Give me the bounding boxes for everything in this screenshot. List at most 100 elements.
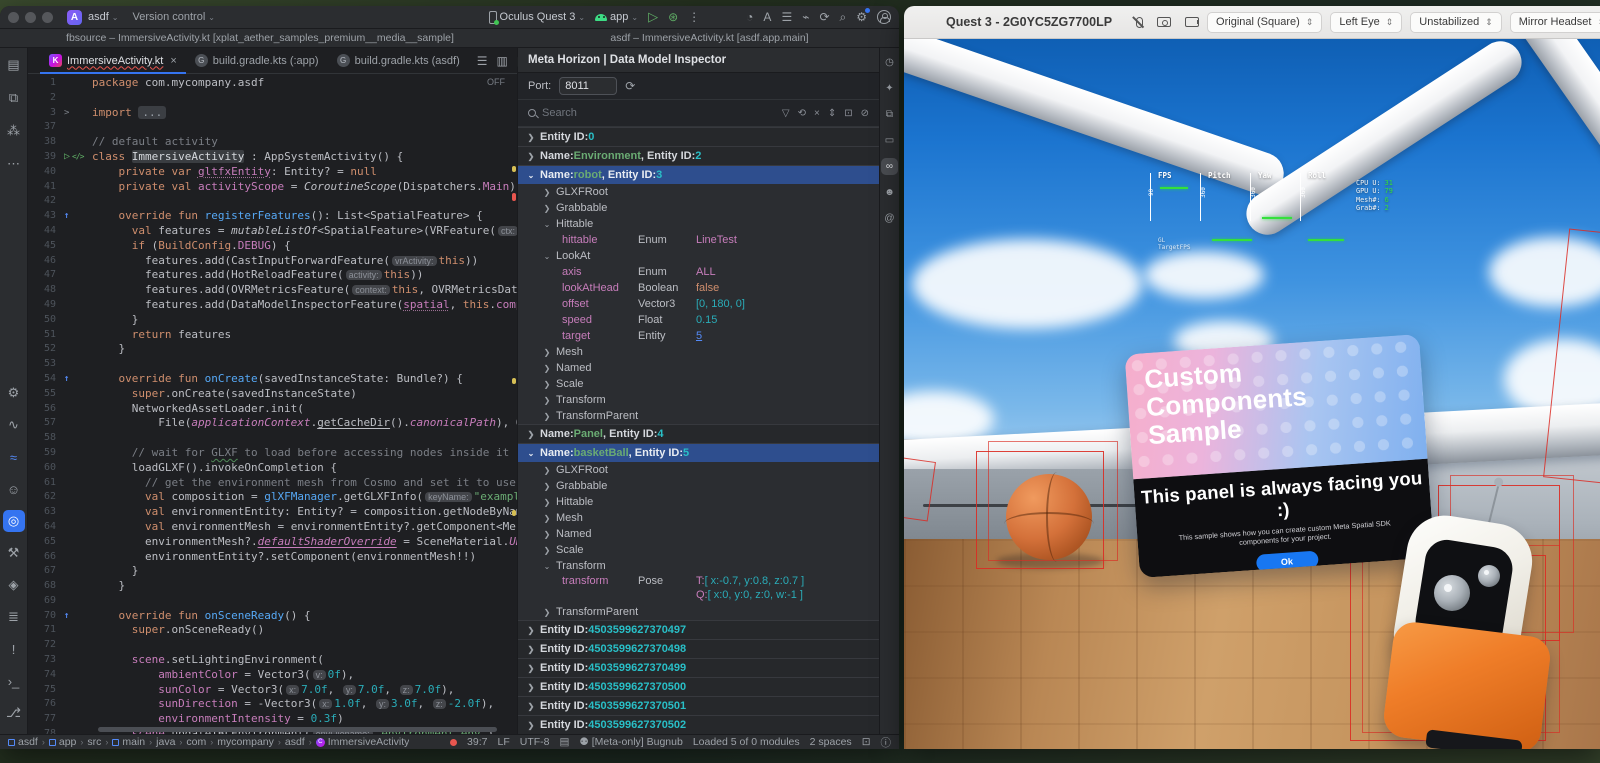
project-selector[interactable]: asdf⌄ — [88, 11, 119, 23]
tree-row-property[interactable]: lookAtHeadBooleanfalse — [518, 280, 879, 296]
tree-row-property[interactable]: hittableEnumLineTest — [518, 232, 879, 248]
sync-icon[interactable]: ⟳ — [819, 10, 829, 24]
line-separator[interactable]: LF — [497, 736, 509, 748]
project-tool-icon[interactable]: ▤ — [3, 54, 25, 76]
tree-row-component[interactable]: ⌄LookAt — [518, 248, 879, 264]
version-control-menu[interactable]: Version control⌄ — [133, 11, 215, 23]
tree-row-component[interactable]: ❯GLXFRoot — [518, 462, 879, 478]
chevron-right-icon[interactable]: ❯ — [526, 683, 536, 692]
chevron-right-icon[interactable]: ❯ — [526, 702, 536, 711]
chevron-right-icon[interactable]: ❯ — [542, 482, 552, 491]
code-inspection-icon[interactable]: A — [763, 10, 771, 24]
chevron-right-icon[interactable]: ❯ — [526, 133, 536, 142]
chevron-right-icon[interactable]: ❯ — [542, 204, 552, 213]
tree-row-component[interactable]: ❯GLXFRoot — [518, 184, 879, 200]
device-mirror-tool-icon[interactable]: ▭ — [881, 132, 898, 149]
profiler-tool-icon[interactable]: ∿ — [3, 414, 25, 436]
web-tool-icon[interactable]: ◈ — [3, 574, 25, 596]
chevron-right-icon[interactable]: ❯ — [526, 430, 536, 439]
indent-style[interactable]: 2 spaces — [810, 736, 852, 748]
zoom-window-icon[interactable] — [42, 12, 53, 23]
chevron-down-icon[interactable]: ⌄ — [542, 562, 552, 571]
tree-row-entity[interactable]: ❯Entity ID: 4503599627370500 — [518, 677, 879, 696]
problems-tool-icon[interactable]: ! — [3, 638, 25, 660]
tree-row-component[interactable]: ❯TransformParent — [518, 408, 879, 424]
notifications-icon[interactable]: ⓘ — [881, 735, 892, 750]
expand-all-icon[interactable]: ⇕ — [828, 108, 836, 119]
chevron-down-icon[interactable]: ⌄ — [526, 171, 536, 180]
tab-list-icon[interactable]: ☰ — [477, 54, 488, 68]
code-editor[interactable]: OFF 1package com.mycompany.asdf23>import… — [28, 74, 517, 734]
run-config-selector[interactable]: app⌄ — [595, 11, 638, 23]
microphone-muted-icon[interactable] — [1136, 17, 1143, 28]
build-tool-icon[interactable]: ⚒ — [3, 542, 25, 564]
settings-tool-icon[interactable]: ⚙ — [3, 382, 25, 404]
filter-icon[interactable]: ▽ — [782, 108, 790, 119]
port-input[interactable]: 8011 — [559, 77, 617, 95]
tree-row-component[interactable]: ❯Named — [518, 360, 879, 376]
tree-row-component[interactable]: ❯Hittable — [518, 494, 879, 510]
minimize-window-icon[interactable] — [25, 12, 36, 23]
breadcrumb-item[interactable]: app — [49, 736, 77, 748]
chevron-right-icon[interactable]: ❯ — [542, 530, 552, 539]
data-inspector-tool-icon[interactable]: ◎ — [3, 510, 25, 532]
fold-gutter-icon[interactable]: > — [64, 106, 69, 121]
tree-row-property[interactable]: axisEnumALL — [518, 264, 879, 280]
more-actions-icon[interactable]: ⋮ — [688, 10, 700, 24]
version-control-tool-icon[interactable]: ⧉ — [3, 87, 25, 109]
clear-icon[interactable]: ⊘ — [861, 108, 869, 119]
search-everywhere-icon[interactable]: ⌕ — [840, 10, 847, 25]
override-gutter-icon[interactable]: ↑ — [64, 372, 69, 387]
tree-row-component[interactable]: ❯Mesh — [518, 344, 879, 360]
breadcrumb-item[interactable]: com — [186, 736, 206, 748]
chevron-right-icon[interactable]: ❯ — [542, 498, 552, 507]
unlock-icon[interactable]: ⊡ — [862, 736, 871, 748]
chevron-down-icon[interactable]: ⌄ — [542, 220, 552, 229]
chevron-right-icon[interactable]: ❯ — [542, 546, 552, 555]
tree-row-property[interactable]: transformPoseT:[ x:-0.7, y:0.8, z:0.7 ]Q… — [518, 574, 879, 604]
tree-row-component[interactable]: ⌄Transform — [518, 558, 879, 574]
chevron-right-icon[interactable]: ❯ — [542, 348, 552, 357]
breadcrumb-item[interactable]: CImmersiveActivity — [316, 736, 410, 748]
lock-icon[interactable]: ⊡ — [844, 108, 852, 119]
rollback-icon[interactable]: ⟲ — [798, 108, 806, 119]
tree-row-entity[interactable]: ❯Entity ID: 4503599627370502 — [518, 715, 879, 734]
editor-tab[interactable]: Gbuild.gradle.kts (:app) — [186, 48, 328, 73]
layers-tool-icon[interactable]: ⧉ — [881, 106, 898, 123]
tree-row-property[interactable]: speedFloat0.15 — [518, 312, 879, 328]
chevron-right-icon[interactable]: ❯ — [526, 152, 536, 161]
mentions-tool-icon[interactable]: @ — [881, 210, 898, 227]
tree-row-entity[interactable]: ⌄Name: basketBall, Entity ID: 5 — [518, 443, 879, 462]
tree-row-component[interactable]: ❯Scale — [518, 376, 879, 392]
override-gutter-icon[interactable]: ↑ — [64, 209, 69, 224]
property-value[interactable]: 5 — [696, 330, 702, 342]
tree-row-entity[interactable]: ❯Entity ID: 4503599627370501 — [518, 696, 879, 715]
editor-tab[interactable]: Gbuild.gradle.kts (asdf) — [328, 48, 469, 73]
tree-row-entity[interactable]: ❯Entity ID: 0 — [518, 127, 879, 146]
breadcrumb-item[interactable]: src — [87, 736, 101, 748]
device-explorer-tool-icon[interactable]: ≣ — [3, 606, 25, 628]
chevron-right-icon[interactable]: ❯ — [526, 626, 536, 635]
quest-dropdown-original-square-[interactable]: Original (Square)⇕ — [1207, 12, 1322, 33]
breadcrumb-item[interactable]: main — [112, 736, 145, 748]
branches-tool-icon[interactable]: ⎇ — [3, 702, 25, 724]
tree-row-entity[interactable]: ❯Name: Environment, Entity ID: 2 — [518, 146, 879, 165]
more-tools-icon[interactable]: ⋯ — [3, 153, 25, 175]
tree-row-property[interactable]: offsetVector3[0, 180, 0] — [518, 296, 879, 312]
collapse-all-icon[interactable]: × — [814, 108, 820, 119]
emoji-tool-icon[interactable]: ☺ — [3, 478, 25, 500]
account-avatar-icon[interactable] — [877, 10, 891, 24]
quest-dropdown-mirror-headset[interactable]: Mirror Headset⇕ — [1510, 12, 1600, 33]
tree-row-component[interactable]: ❯Mesh — [518, 510, 879, 526]
breadcrumb-item[interactable]: asdf — [8, 736, 38, 748]
tree-row-entity[interactable]: ❯Entity ID: 4503599627370497 — [518, 620, 879, 639]
tree-row-component[interactable]: ⌄Hittable — [518, 216, 879, 232]
record-screen-icon[interactable] — [1185, 17, 1199, 27]
split-editor-icon[interactable]: ▥ — [497, 54, 508, 68]
horizontal-scrollbar[interactable] — [98, 727, 497, 732]
tree-row-entity[interactable]: ⌄Name: robot, Entity ID: 3 — [518, 165, 879, 184]
chevron-right-icon[interactable]: ❯ — [542, 396, 552, 405]
tree-row-component[interactable]: ❯TransformParent — [518, 604, 879, 620]
run-button[interactable]: ▷ — [648, 9, 658, 25]
breadcrumb-item[interactable]: mycompany — [217, 736, 274, 748]
